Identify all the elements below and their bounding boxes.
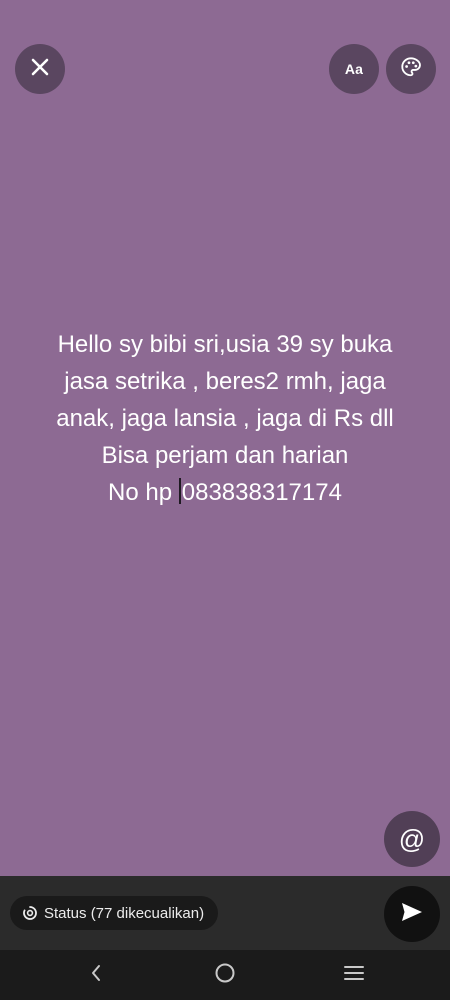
status-bottom-bar: Status (77 dikecualikan) [0,876,450,950]
close-button[interactable] [15,44,65,94]
font-style-button[interactable]: Aa [329,44,379,94]
back-icon [89,963,103,988]
recent-apps-button[interactable] [334,958,374,992]
palette-icon [400,56,422,83]
font-style-label: Aa [344,61,364,77]
send-button[interactable] [384,886,440,942]
status-text-input[interactable]: Hello sy bibi sri,usia 39 sy buka jasa s… [20,326,430,511]
background-color-button[interactable] [386,44,436,94]
status-composer-screen: Aa Hello sy bibi sri,usia 39 sy buka jas… [0,0,450,1000]
mention-icon: @ [398,823,426,854]
back-button[interactable] [76,958,116,992]
send-icon [400,901,424,928]
status-audience-label: Status (77 dikecualikan) [44,904,205,922]
menu-icon [343,964,365,987]
home-icon [214,962,236,989]
mention-button[interactable]: @ [384,811,440,867]
status-audience-button[interactable]: Status (77 dikecualikan) [10,896,219,930]
close-icon [30,57,50,82]
home-button[interactable] [205,958,245,992]
system-navigation-bar [0,950,450,1000]
status-phone-number: 083838317174 [181,479,342,506]
status-icon [22,905,38,921]
text-cursor [178,478,181,504]
